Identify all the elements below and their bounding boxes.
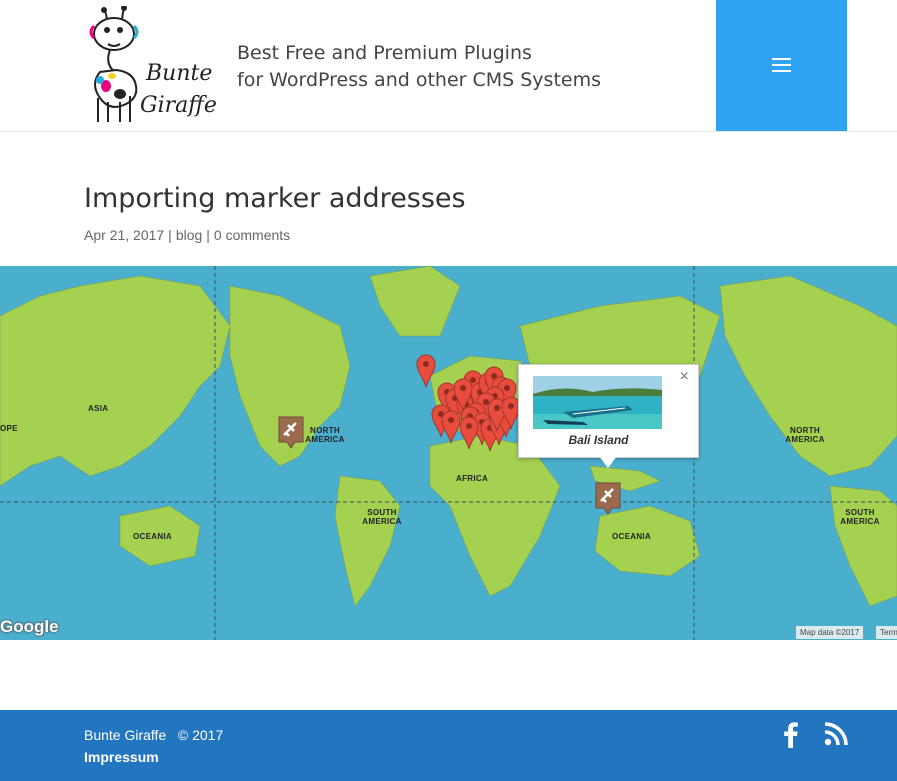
meta-separator: |: [206, 227, 210, 243]
menu-button[interactable]: [716, 0, 847, 131]
site-footer: Bunte Giraffe © 2017 Impressum: [0, 710, 897, 781]
google-map[interactable]: ASIA OPE NORTH AMERICA NORTH AMERICA AFR…: [0, 266, 897, 640]
post-date: Apr 21, 2017: [84, 227, 165, 243]
location-pin-marker[interactable]: [416, 354, 436, 388]
airport-marker[interactable]: [595, 482, 621, 515]
hamburger-icon: [772, 58, 791, 76]
category-link[interactable]: blog: [176, 227, 202, 243]
tagline-line-2: for WordPress and other CMS Systems: [237, 69, 601, 91]
google-logo[interactable]: Google: [0, 617, 59, 637]
infowindow-pointer: [599, 456, 617, 468]
site-header: Bunte Giraffe Best Free and Premium Plug…: [0, 0, 897, 132]
label-oceania-left: OCEANIA: [133, 532, 172, 541]
label-asia: ASIA: [88, 404, 109, 413]
airplane-icon: [278, 416, 304, 449]
facebook-icon[interactable]: [784, 722, 798, 753]
terms-link[interactable]: Terms: [876, 626, 897, 639]
map-attribution: Map data ©2017: [796, 626, 864, 639]
post-title: Importing marker addresses: [84, 183, 466, 214]
label-africa: AFRICA: [456, 474, 489, 483]
infowindow-title: Bali Island: [568, 433, 629, 447]
footer-copyright: Bunte Giraffe © 2017: [84, 727, 224, 743]
giraffe-logo-icon: Bunte Giraffe: [89, 5, 217, 122]
site-tagline: Best Free and Premium Plugins for WordPr…: [237, 40, 601, 94]
map-infowindow: × Bali Island: [518, 364, 699, 458]
location-pin-marker[interactable]: [459, 416, 479, 450]
label-south-america-right: SOUTH AMERICA: [840, 508, 880, 526]
logo-text-bunte: Bunte: [145, 61, 212, 86]
post-meta: Apr 21, 2017 | blog | 0 comments: [84, 227, 290, 243]
comments-link[interactable]: 0 comments: [214, 227, 290, 243]
site-logo[interactable]: Bunte Giraffe: [86, 5, 220, 126]
impressum-link[interactable]: Impressum: [84, 749, 159, 765]
airplane-icon: [595, 482, 621, 515]
world-map-land: [0, 266, 897, 640]
label-europe-partial: OPE: [0, 424, 18, 433]
label-north-america-right: NORTH AMERICA: [785, 426, 825, 444]
label-north-america-left: NORTH AMERICA: [305, 426, 345, 444]
label-oceania-right: OCEANIA: [612, 532, 651, 541]
meta-separator: |: [168, 227, 172, 243]
infowindow-close-button[interactable]: ×: [680, 369, 689, 385]
airport-marker[interactable]: [278, 416, 304, 449]
label-south-america-left: SOUTH AMERICA: [362, 508, 402, 526]
location-pin-marker[interactable]: [453, 378, 473, 412]
bali-island-photo: [533, 376, 662, 429]
tagline-line-1: Best Free and Premium Plugins: [237, 42, 532, 64]
logo-text-giraffe: Giraffe: [140, 93, 217, 118]
rss-icon[interactable]: [824, 722, 848, 751]
